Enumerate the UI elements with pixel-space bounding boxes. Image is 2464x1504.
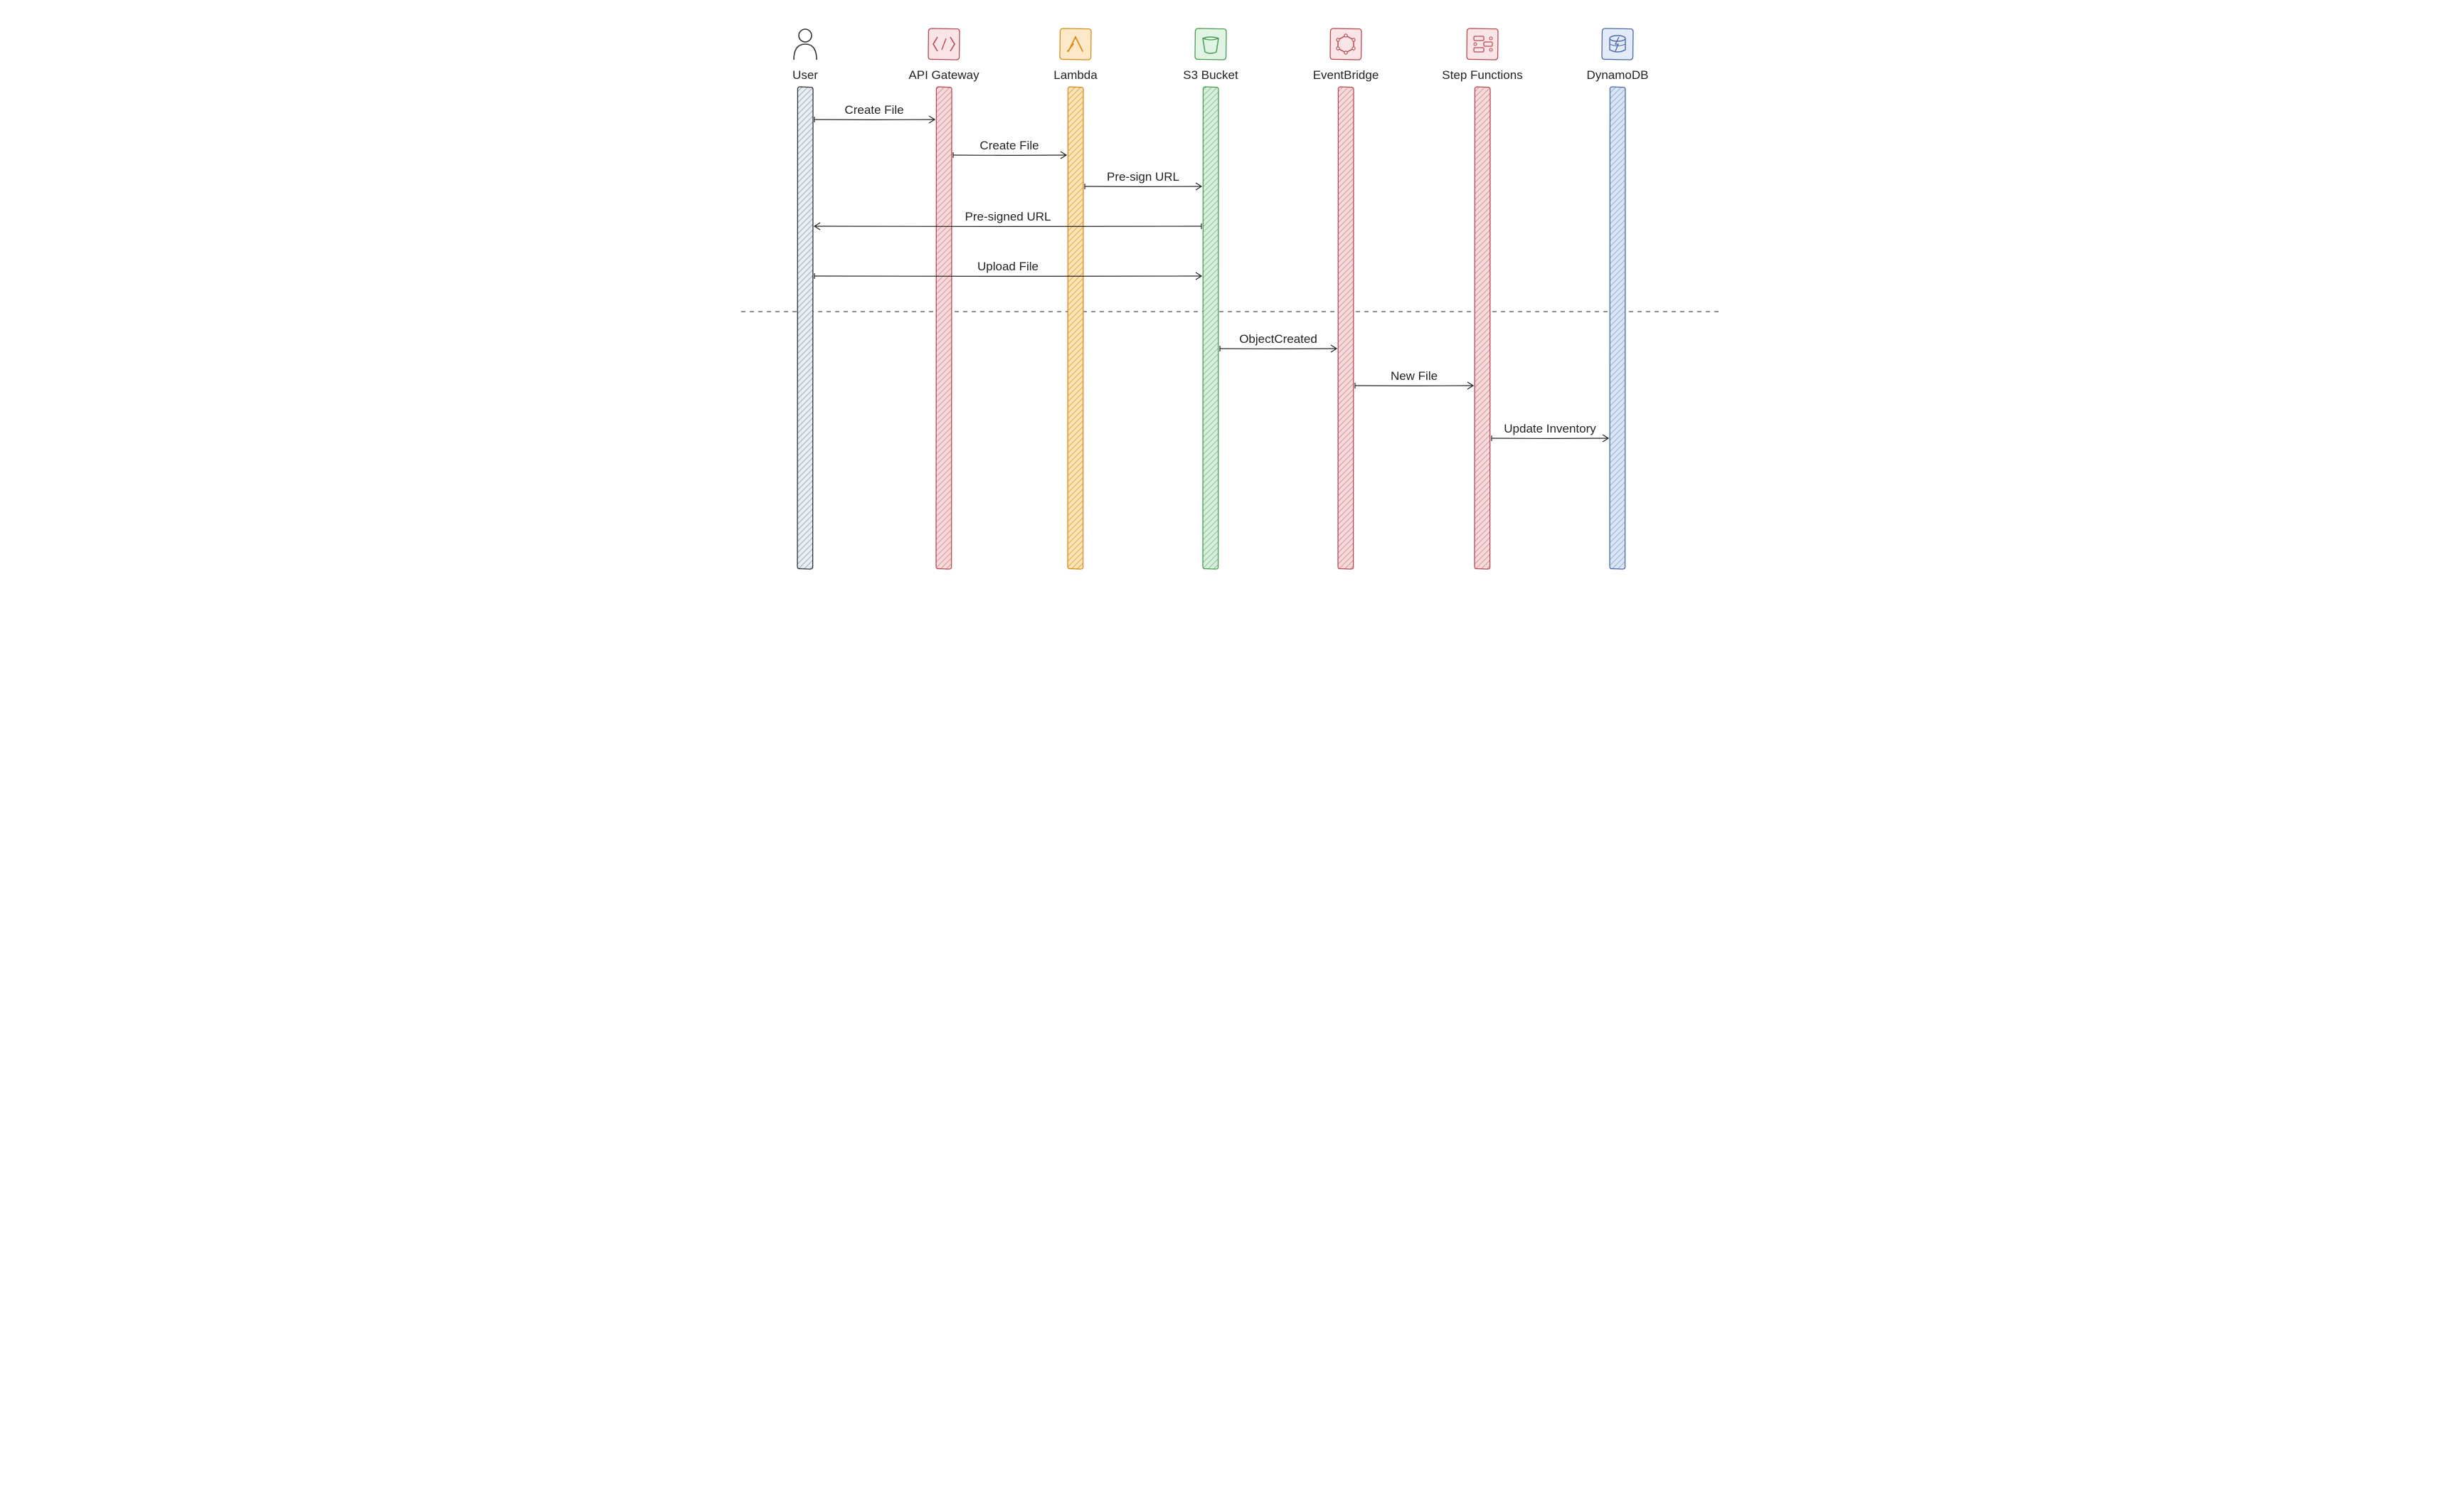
user-icon (794, 29, 817, 60)
lifeline-user (797, 87, 813, 569)
actor-label-lambda: Lambda (1053, 68, 1097, 83)
service-icon-stepfn (1467, 28, 1498, 60)
msg-label-m8: Update Inventory (1504, 422, 1595, 438)
actor-label-apigw: API Gateway (908, 68, 979, 83)
msg-label-m6: ObjectCreated (1239, 332, 1317, 348)
service-icon-lambda (1060, 28, 1091, 60)
diagram-svg (741, 0, 1723, 599)
actor-label-s3: S3 Bucket (1183, 68, 1238, 83)
actor-label-stepfn: Step Functions (1442, 68, 1522, 83)
actor-label-eventbridge: EventBridge (1313, 68, 1379, 83)
lifeline-stepfn (1475, 87, 1490, 569)
actor-label-user: User (792, 68, 818, 83)
lifeline-dynamo (1610, 87, 1625, 569)
service-icon-s3 (1195, 28, 1226, 60)
lifeline-lambda (1068, 87, 1083, 569)
msg-label-m1: Create File (844, 103, 903, 119)
service-icon-eventbridge (1330, 28, 1361, 60)
lifeline-s3 (1203, 87, 1218, 569)
msg-label-m2: Create File (979, 139, 1039, 154)
msg-label-m7: New File (1391, 369, 1438, 385)
lifeline-eventbridge (1338, 87, 1354, 569)
msg-label-m5: Upload File (977, 260, 1039, 275)
msg-label-m3: Pre-sign URL (1107, 170, 1179, 186)
actor-label-dynamo: DynamoDB (1587, 68, 1649, 83)
sequence-diagram: User API Gateway Lambda S3 Bucket EventB… (741, 0, 1723, 599)
msg-label-m4: Pre-signed URL (965, 210, 1051, 226)
lifeline-apigw (936, 87, 952, 569)
